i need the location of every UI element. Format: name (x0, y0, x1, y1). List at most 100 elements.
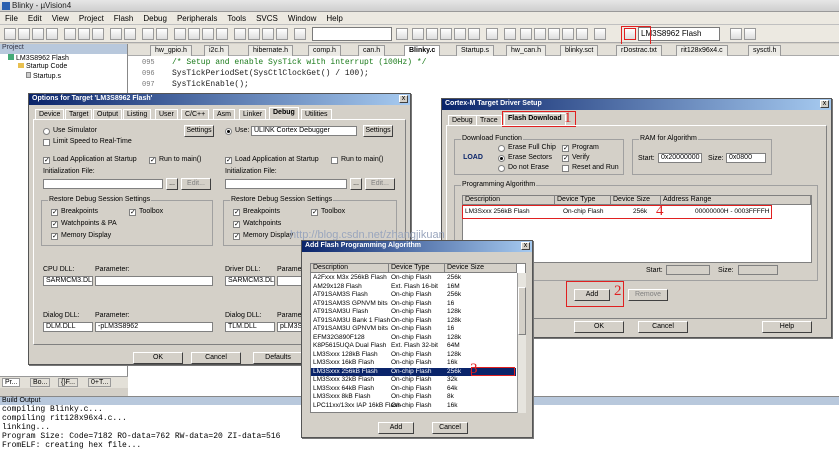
paste-icon[interactable] (92, 28, 104, 40)
bookmark-prev-icon[interactable] (188, 28, 200, 40)
debugger-select[interactable]: ULINK Cortex Debugger (251, 126, 357, 136)
verify-checkbox[interactable]: ✓ (562, 155, 569, 162)
col-device-size[interactable]: Device Size (611, 196, 661, 205)
menu-flash[interactable]: Flash (109, 12, 139, 23)
menu-help[interactable]: Help (321, 12, 347, 23)
close-icon[interactable]: x (820, 100, 829, 108)
bookmark-icon[interactable] (174, 28, 186, 40)
menu-file[interactable]: File (0, 12, 23, 23)
project-tree-item[interactable]: LM3S8962 Flash (0, 54, 127, 63)
list-item[interactable]: AT91SAM3U Flash On-chip Flash 128k (311, 308, 516, 316)
menu-window[interactable]: Window (283, 12, 321, 23)
tab-comp[interactable]: comp.h (308, 45, 341, 56)
bookmark-clear-icon[interactable] (216, 28, 228, 40)
list-item[interactable]: EFM32G890F128 On-chip Flash 128k (311, 334, 516, 342)
list-item[interactable]: AT91SAM3S GPNVM bits On-chip Flash 16 (311, 300, 516, 308)
right-init-file-edit-button[interactable]: Edit... (365, 178, 395, 190)
right-load-app-checkbox[interactable]: ✓ (225, 157, 232, 164)
tab-listing[interactable]: Listing (123, 109, 152, 119)
tab-project[interactable]: Pr... (2, 378, 21, 387)
breakpoint-disable-icon[interactable] (440, 28, 452, 40)
code-line[interactable]: /* Setup and enable SysTick with interru… (172, 58, 426, 67)
col-device-type[interactable]: Device Type (555, 196, 611, 205)
right-breakpoints-checkbox[interactable]: ✓ (233, 209, 240, 216)
list-item[interactable]: AT91SAM3S Flash On-chip Flash 256k (311, 291, 516, 299)
col-description[interactable]: Description (311, 264, 389, 273)
tab-templates[interactable]: 0+T... (88, 378, 112, 387)
col-description[interactable]: Description (463, 196, 555, 205)
menu-peripherals[interactable]: Peripherals (172, 12, 222, 23)
comment-icon[interactable] (262, 28, 274, 40)
breakpoint-disable-all-icon[interactable] (468, 28, 480, 40)
remove-button[interactable]: Remove (628, 289, 668, 301)
unindent-icon[interactable] (248, 28, 260, 40)
tab-trace[interactable]: Trace (476, 115, 502, 125)
menu-view[interactable]: View (47, 12, 74, 23)
menu-debug[interactable]: Debug (138, 12, 172, 23)
list-item[interactable]: AT91SAM3U Bank 1 Flash On-chip Flash 128k (311, 317, 516, 325)
menu-project[interactable]: Project (74, 12, 109, 23)
bookmark-next-icon[interactable] (202, 28, 214, 40)
window-icon[interactable] (486, 28, 498, 40)
toolbox-checkbox[interactable]: ✓ (129, 209, 136, 216)
close-icon[interactable]: x (521, 242, 530, 250)
run-to-main-checkbox[interactable]: ✓ (149, 157, 156, 164)
redo-icon[interactable] (124, 28, 136, 40)
reset-run-checkbox[interactable] (562, 165, 569, 172)
batch-build-icon[interactable] (562, 28, 574, 40)
find-combo[interactable] (312, 27, 392, 41)
config-icon[interactable] (504, 28, 516, 40)
tab-asm[interactable]: Asm (213, 109, 235, 119)
ram-size-input[interactable]: 0x0800 (726, 153, 766, 163)
erase-full-chip-radio[interactable] (498, 145, 505, 152)
uncomment-icon[interactable] (276, 28, 288, 40)
breakpoints-checkbox[interactable]: ✓ (51, 209, 58, 216)
close-icon[interactable]: x (399, 95, 408, 103)
tab-blinky[interactable]: Blinky.c (404, 45, 441, 56)
dialog-dll-input[interactable]: DLM.DLL (43, 322, 93, 332)
tab-user[interactable]: User (155, 109, 178, 119)
tab-blinky-sct[interactable]: blinky.sct (560, 45, 599, 56)
code-line[interactable]: SysTickEnable(); (172, 80, 249, 89)
download-icon[interactable] (594, 28, 606, 40)
no-erase-radio[interactable] (498, 165, 505, 172)
tab-functions[interactable]: {}F... (58, 378, 79, 387)
tab-hibernate[interactable]: hibernate.h (248, 45, 294, 56)
tab-can[interactable]: can.h (358, 45, 386, 56)
tab-sysctl[interactable]: sysctl.h (748, 45, 782, 56)
tab-debug[interactable]: Debug (269, 107, 299, 119)
tab-hw-gpio[interactable]: hw_gpio.h (150, 45, 192, 56)
cancel-button[interactable]: Cancel (638, 321, 688, 333)
scrollbar-thumb[interactable] (518, 287, 526, 335)
tab-debug[interactable]: Debug (448, 115, 477, 125)
undo-icon[interactable] (110, 28, 122, 40)
erase-sectors-radio[interactable] (498, 155, 505, 162)
tab-i2c[interactable]: i2c.h (204, 45, 229, 56)
manage-components-icon[interactable] (730, 28, 742, 40)
stop-build-icon[interactable] (576, 28, 588, 40)
find-in-files-icon[interactable] (294, 28, 306, 40)
list-item[interactable]: AT91SAM3U GPNVM bits On-chip Flash 16 (311, 325, 516, 333)
watchpoints-checkbox[interactable]: ✓ (51, 221, 58, 228)
tab-device[interactable]: Device (35, 109, 65, 119)
right-toolbox-checkbox[interactable]: ✓ (311, 209, 318, 216)
find-icon[interactable] (396, 28, 408, 40)
list-item[interactable]: LM3Sxxx 8kB Flash On-chip Flash 8k (311, 393, 516, 401)
tab-hw-can[interactable]: hw_can.h (506, 45, 546, 56)
tab-startup[interactable]: Startup.s (456, 45, 495, 56)
list-item[interactable]: A2Fxxx M3x 256kB Flash On-chip Flash 256k (311, 274, 516, 282)
breakpoint-kill-icon[interactable] (454, 28, 466, 40)
program-checkbox[interactable]: ✓ (562, 145, 569, 152)
use-simulator-radio[interactable] (43, 128, 50, 135)
debugger-settings-button[interactable]: Settings (363, 125, 393, 137)
right-memory-display-checkbox[interactable]: ✓ (233, 233, 240, 240)
add-button[interactable]: Add (378, 422, 414, 434)
right-watchpoints-checkbox[interactable]: ✓ (233, 221, 240, 228)
list-item[interactable]: LM3Sxxx 32kB Flash On-chip Flash 32k (311, 376, 516, 384)
open-icon[interactable] (18, 28, 30, 40)
tab-utilities[interactable]: Utilities (301, 109, 332, 119)
col-device-size[interactable]: Device Size (445, 264, 517, 273)
init-file-browse-button[interactable]: ... (166, 178, 178, 190)
indent-icon[interactable] (234, 28, 246, 40)
menu-tools[interactable]: Tools (222, 12, 251, 23)
